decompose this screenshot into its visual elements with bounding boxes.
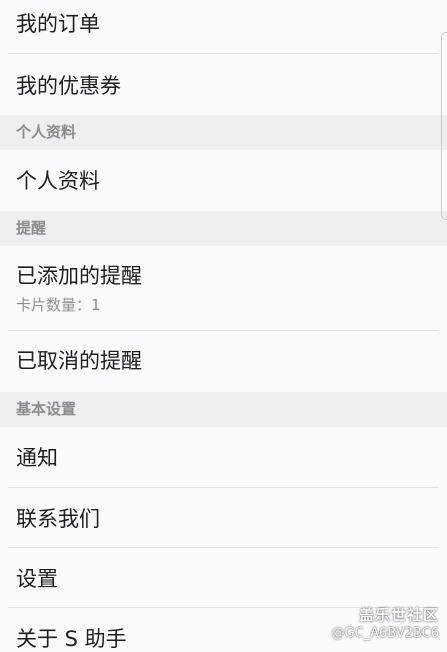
list-item-notifications[interactable]: 通知 — [0, 427, 447, 487]
section-header-label: 基本设置 — [16, 400, 77, 418]
list-item-label: 通知 — [16, 446, 58, 470]
list-item-label: 我的订单 — [16, 12, 100, 36]
watermark-user: @GC_A6BV2BC6 — [331, 626, 439, 641]
list-item-contact-us[interactable]: 联系我们 — [0, 488, 447, 547]
section-header-basic-settings: 基本设置 — [0, 392, 447, 427]
section-header-reminders: 提醒 — [0, 211, 447, 246]
section-header-label: 提醒 — [16, 219, 47, 237]
list-item-label: 已添加的提醒 — [16, 264, 142, 288]
list-item-my-orders[interactable]: 我的订单 — [0, 0, 447, 54]
reminder-card-count: 卡片数量：1 — [16, 296, 101, 314]
watermark: 盖乐世社区 @GC_A6BV2BC6 — [331, 605, 439, 642]
list-item-added-reminders[interactable]: 已添加的提醒 卡片数量：1 — [0, 246, 447, 330]
list-item-label: 我的优惠券 — [16, 74, 121, 98]
watermark-title: 盖乐世社区 — [358, 606, 439, 624]
list-item-settings[interactable]: 设置 — [0, 548, 447, 607]
list-item-label: 个人资料 — [16, 169, 100, 193]
list-item-label: 已取消的提醒 — [16, 349, 142, 373]
list-item-profile[interactable]: 个人资料 — [0, 150, 447, 211]
list-item-label: 联系我们 — [16, 507, 100, 531]
list-item-cancelled-reminders[interactable]: 已取消的提醒 — [0, 331, 447, 392]
section-header-profile: 个人资料 — [0, 115, 447, 150]
list-item-my-coupons[interactable]: 我的优惠券 — [0, 54, 447, 115]
list-item-label: 设置 — [16, 567, 58, 591]
edge-panel-handle[interactable] — [441, 32, 447, 220]
list-item-label: 关于 S 助手 — [16, 627, 127, 651]
section-header-label: 个人资料 — [16, 123, 77, 141]
